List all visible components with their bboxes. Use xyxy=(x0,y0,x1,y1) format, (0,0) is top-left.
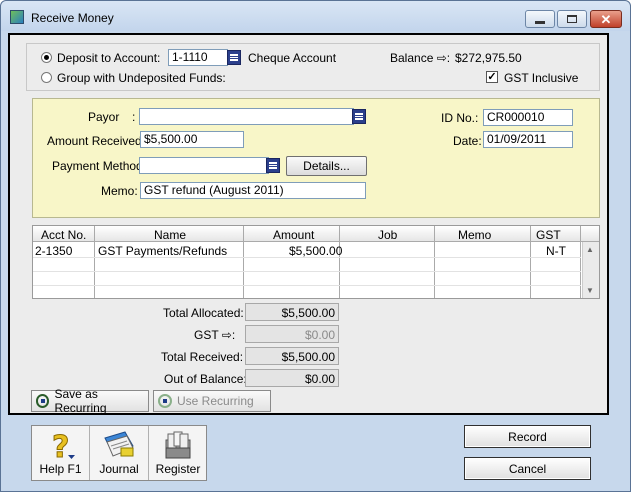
date-field[interactable]: 01/09/2011 xyxy=(483,131,573,148)
app-icon xyxy=(10,10,24,24)
register-button[interactable]: Register xyxy=(149,426,207,480)
gst-inclusive-label: GST Inclusive xyxy=(504,71,579,85)
row-1-name[interactable]: GST Payments/Refunds xyxy=(98,244,227,258)
column-header-name[interactable]: Name xyxy=(154,228,186,242)
group-undeposited-label: Group with Undeposited Funds: xyxy=(57,71,226,85)
list-icon xyxy=(230,54,238,61)
journal-button[interactable]: Journal xyxy=(90,426,149,480)
group-undeposited-radio[interactable] xyxy=(41,72,52,83)
maximize-icon xyxy=(567,15,577,23)
amount-received-label: Amount Received: xyxy=(47,134,146,148)
title-bar[interactable]: Receive Money ✕ xyxy=(1,1,630,31)
id-number-label: ID No.: xyxy=(441,111,479,125)
close-icon: ✕ xyxy=(600,11,612,27)
journal-label: Journal xyxy=(99,462,139,476)
allocation-table: ▲ ▼ xyxy=(32,225,600,299)
use-recurring-button[interactable]: Use Recurring xyxy=(153,390,271,412)
bottom-toolbar: ? Help F1 Journal Register xyxy=(31,425,207,481)
id-number-field[interactable]: CR000010 xyxy=(483,109,573,126)
save-as-recurring-label: Save as Recurring xyxy=(54,387,107,415)
close-button[interactable]: ✕ xyxy=(590,10,622,28)
receive-money-window: Receive Money ✕ Deposit to Account: 1-11… xyxy=(0,0,631,492)
column-header-memo[interactable]: Memo xyxy=(458,228,491,242)
total-received-label: Total Received: xyxy=(161,350,244,364)
total-received-value: $5,500.00 xyxy=(245,347,339,365)
balance-label: Balance ⇨: xyxy=(390,51,451,65)
maximize-button[interactable] xyxy=(557,10,587,28)
row-1-amount[interactable]: $5,500.00 xyxy=(289,244,342,258)
payor-label: Payor xyxy=(88,110,120,124)
recurring-icon xyxy=(36,394,50,408)
column-header-gst[interactable]: GST xyxy=(536,228,561,242)
minimize-icon xyxy=(535,20,545,24)
deposit-account-field[interactable]: 1-1110 xyxy=(168,49,228,66)
deposit-to-account-label: Deposit to Account: xyxy=(57,51,161,65)
deposit-account-name: Cheque Account xyxy=(248,51,337,65)
column-header-acct-no[interactable]: Acct No. xyxy=(41,228,86,242)
help-label: Help F1 xyxy=(39,462,82,476)
scroll-down-icon[interactable]: ▼ xyxy=(586,286,594,295)
use-recurring-label: Use Recurring xyxy=(177,394,254,408)
balance-value: $272,975.50 xyxy=(455,51,522,65)
row-1-acct-no[interactable]: 2-1350 xyxy=(35,244,72,258)
memo-label: Memo: xyxy=(101,184,138,198)
payor-dropdown-button[interactable] xyxy=(352,109,366,124)
scroll-up-icon[interactable]: ▲ xyxy=(586,245,594,254)
register-label: Register xyxy=(155,462,201,476)
help-button[interactable]: ? Help F1 xyxy=(32,426,90,480)
table-scrollbar[interactable]: ▲ ▼ xyxy=(582,242,599,298)
gst-total-value: $0.00 xyxy=(245,325,339,343)
payment-method-field[interactable] xyxy=(139,157,269,174)
gst-total-label[interactable]: GST ⇨: xyxy=(194,328,235,342)
details-button[interactable]: Details... xyxy=(286,156,367,176)
out-of-balance-value: $0.00 xyxy=(245,369,339,387)
total-allocated-value: $5,500.00 xyxy=(245,303,339,321)
record-button[interactable]: Record xyxy=(464,425,591,448)
help-question-icon: ? xyxy=(51,430,75,463)
recurring-icon xyxy=(158,394,172,408)
register-icon xyxy=(165,431,191,459)
minimize-button[interactable] xyxy=(525,10,555,28)
amount-received-field[interactable]: $5,500.00 xyxy=(140,131,244,148)
list-icon xyxy=(355,113,363,120)
total-allocated-label: Total Allocated: xyxy=(163,306,244,320)
out-of-balance-label: Out of Balance: xyxy=(164,372,247,386)
payment-method-label: Payment Method: xyxy=(52,159,147,173)
list-icon xyxy=(269,162,277,169)
column-header-amount[interactable]: Amount xyxy=(273,228,314,242)
payor-field[interactable] xyxy=(139,108,354,125)
deposit-to-account-radio[interactable] xyxy=(41,52,52,63)
deposit-account-dropdown-button[interactable] xyxy=(227,50,241,65)
table-header xyxy=(33,226,599,242)
date-label: Date: xyxy=(453,134,482,148)
payor-colon: : xyxy=(132,110,136,124)
row-1-gst[interactable]: N-T xyxy=(546,244,566,258)
gst-inclusive-checkbox[interactable]: ✓ xyxy=(486,71,498,83)
column-header-job[interactable]: Job xyxy=(378,228,397,242)
cancel-button[interactable]: Cancel xyxy=(464,457,591,480)
memo-field[interactable]: GST refund (August 2011) xyxy=(140,182,366,199)
svg-text:?: ? xyxy=(52,430,69,463)
save-as-recurring-button[interactable]: Save as Recurring xyxy=(31,387,149,415)
window-title: Receive Money xyxy=(31,11,114,25)
payment-method-dropdown-button[interactable] xyxy=(266,158,280,173)
journal-icon xyxy=(104,431,134,457)
